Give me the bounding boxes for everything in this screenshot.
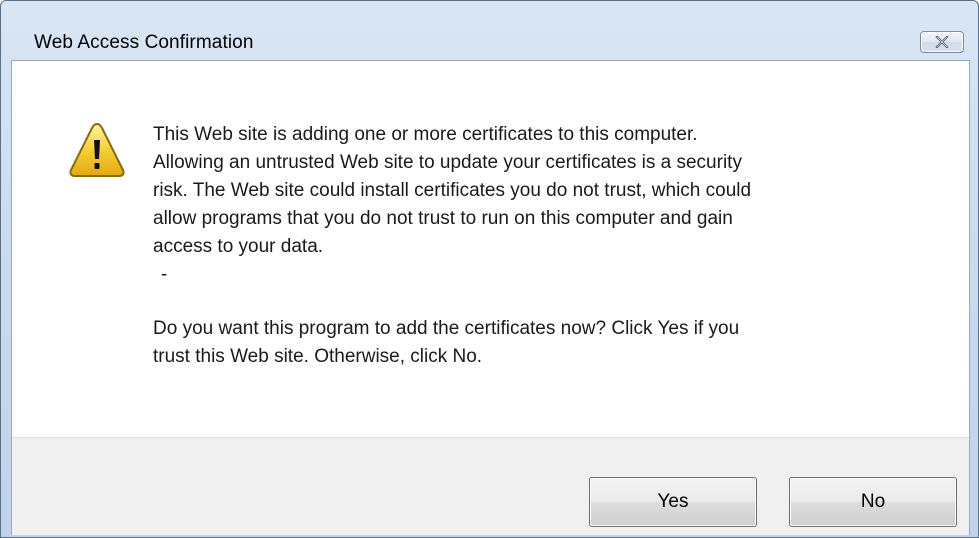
title-bar[interactable]: Web Access Confirmation — [1, 1, 978, 59]
dialog-message: This Web site is adding one or more cert… — [153, 121, 933, 371]
message-spacer — [153, 289, 933, 315]
no-button[interactable]: No — [789, 477, 957, 527]
warning-icon — [69, 122, 125, 177]
message-line: risk. The Web site could install certifi… — [153, 180, 752, 201]
button-bar: Yes No — [12, 437, 969, 535]
close-icon — [935, 36, 949, 48]
dialog-window: Web Access Confirmation This Web site is… — [0, 0, 979, 538]
window-title: Web Access Confirmation — [34, 32, 254, 53]
message-dash: - — [161, 264, 168, 285]
message-line: This Web site is adding one or more cert… — [153, 124, 698, 145]
question-line: trust this Web site. Otherwise, click No… — [153, 346, 483, 367]
yes-button[interactable]: Yes — [589, 477, 757, 527]
message-line: Allowing an untrusted Web site to update… — [153, 152, 742, 173]
message-line: access to your data. — [153, 236, 324, 257]
question-line: Do you want this program to add the cert… — [153, 318, 740, 339]
close-button[interactable] — [920, 31, 964, 53]
dialog-content: This Web site is adding one or more cert… — [11, 60, 970, 535]
message-line: allow programs that you do not trust to … — [153, 208, 733, 229]
